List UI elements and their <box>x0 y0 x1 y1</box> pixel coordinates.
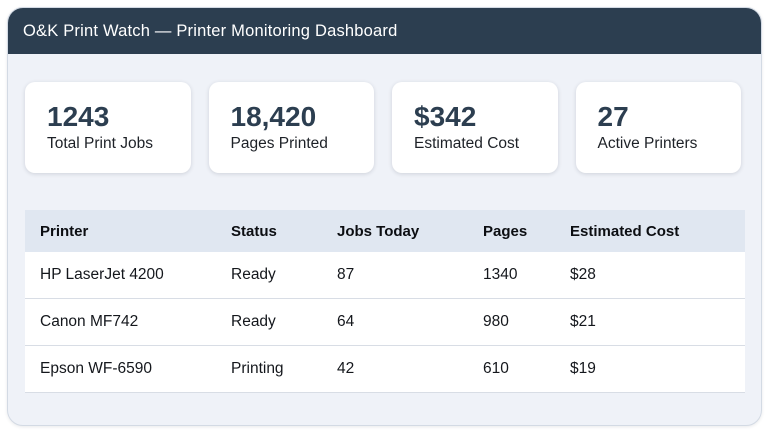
stat-value: 18,420 <box>230 100 317 132</box>
stat-value: 27 <box>597 100 629 132</box>
stat-label: Active Printers <box>597 135 698 153</box>
cell-status: Printing <box>216 345 322 393</box>
cell-estimated-cost: $19 <box>555 345 745 393</box>
cell-printer: Canon MF742 <box>25 298 216 346</box>
stat-value: $342 <box>414 100 477 132</box>
stats-row: 1243 Total Print Jobs 18,420 Pages Print… <box>8 54 761 173</box>
cell-jobs-today: 87 <box>322 252 468 299</box>
table-row-hp-laserjet-4200[interactable]: HP LaserJet 4200 Ready 87 1340 $28 <box>25 252 745 299</box>
stat-card-total-print-jobs: 1243 Total Print Jobs <box>25 82 191 173</box>
cell-status: Ready <box>216 252 322 299</box>
stat-card-pages-printed: 18,420 Pages Printed <box>208 82 374 173</box>
column-header-printer: Printer <box>25 210 216 252</box>
stat-label: Estimated Cost <box>414 135 520 153</box>
column-header-pages: Pages <box>468 210 555 252</box>
dashboard-panel: O&K Print Watch — Printer Monitoring Das… <box>7 7 762 426</box>
stat-value: 1243 <box>47 100 110 132</box>
cell-status: Ready <box>216 298 322 346</box>
cell-pages: 980 <box>468 298 555 346</box>
column-header-estimated-cost: Estimated Cost <box>555 210 745 252</box>
stat-card-active-printers: 27 Active Printers <box>575 82 741 173</box>
app-header: O&K Print Watch — Printer Monitoring Das… <box>8 8 761 54</box>
printer-table: Printer Status Jobs Today Pages Estimate… <box>25 210 745 393</box>
stat-label: Total Print Jobs <box>47 135 153 153</box>
app-title: O&K Print Watch — Printer Monitoring Das… <box>23 21 398 40</box>
cell-jobs-today: 64 <box>322 298 468 346</box>
table-header-row: Printer Status Jobs Today Pages Estimate… <box>25 210 745 252</box>
column-header-jobs-today: Jobs Today <box>322 210 468 252</box>
cell-estimated-cost: $28 <box>555 252 745 299</box>
table-row-epson-wf-6590[interactable]: Epson WF-6590 Printing 42 610 $19 <box>25 345 745 393</box>
cell-pages: 1340 <box>468 252 555 299</box>
cell-printer: HP LaserJet 4200 <box>25 252 216 299</box>
column-header-status: Status <box>216 210 322 252</box>
cell-printer: Epson WF-6590 <box>25 345 216 393</box>
cell-pages: 610 <box>468 345 555 393</box>
printer-table-area: Printer Status Jobs Today Pages Estimate… <box>25 210 745 393</box>
cell-estimated-cost: $21 <box>555 298 745 346</box>
cell-jobs-today: 42 <box>322 345 468 393</box>
stat-label: Pages Printed <box>230 135 328 153</box>
stat-card-estimated-cost: $342 Estimated Cost <box>392 82 558 173</box>
table-row-canon-mf742[interactable]: Canon MF742 Ready 64 980 $21 <box>25 298 745 346</box>
